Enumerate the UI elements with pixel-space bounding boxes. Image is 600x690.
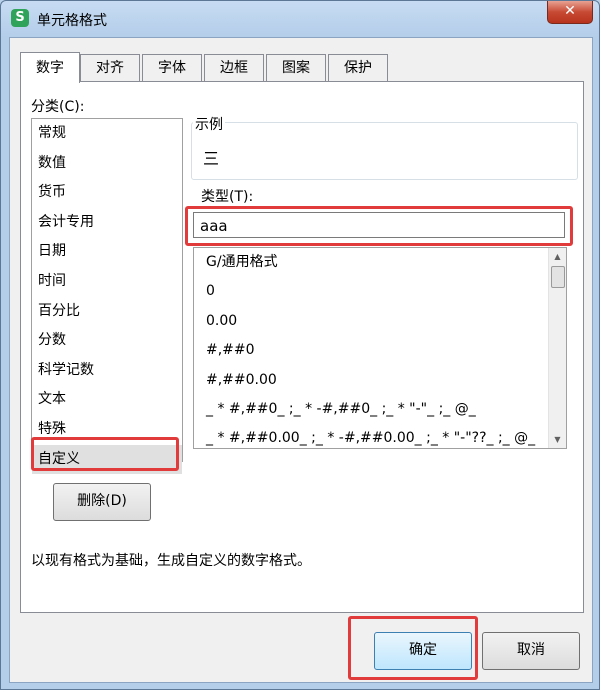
ok-highlight-box: [348, 616, 478, 680]
close-button[interactable]: ✕: [547, 1, 593, 24]
tab-border[interactable]: 边框: [204, 54, 264, 81]
scroll-up-icon[interactable]: ▲: [549, 248, 566, 265]
category-item-time[interactable]: 时间: [32, 267, 182, 297]
category-item-fraction[interactable]: 分数: [32, 326, 182, 356]
tab-number[interactable]: 数字: [20, 52, 80, 83]
format-item[interactable]: #,##0: [194, 336, 566, 365]
app-icon: S: [11, 9, 29, 27]
category-item-text[interactable]: 文本: [32, 385, 182, 415]
dialog-body: 数字 对齐 字体 边框 图案 保护 分类(C): 常规 数值 货币 会计专用 日…: [9, 37, 593, 683]
category-item-scientific[interactable]: 科学记数: [32, 356, 182, 386]
dialog-title: 单元格格式: [37, 13, 107, 29]
category-item-date[interactable]: 日期: [32, 237, 182, 267]
format-item[interactable]: _ * #,##0.00_ ;_ * -#,##0.00_ ;_ * "-"??…: [194, 424, 566, 448]
title-bar: S 单元格格式 ✕: [1, 1, 599, 37]
category-item-number[interactable]: 数值: [32, 149, 182, 179]
category-item-accounting[interactable]: 会计专用: [32, 208, 182, 238]
category-item-currency[interactable]: 货币: [32, 178, 182, 208]
number-tab-panel: 分类(C): 常规 数值 货币 会计专用 日期 时间 百分比 分数 科学记数 文…: [20, 81, 584, 613]
custom-highlight-box: [31, 437, 179, 471]
sample-legend: 示例: [193, 114, 225, 134]
category-item-percentage[interactable]: 百分比: [32, 297, 182, 327]
category-label: 分类(C):: [31, 99, 85, 115]
format-cells-dialog: S 单元格格式 ✕ 数字 对齐 字体 边框 图案 保护 分类(C): 常规 数值…: [0, 0, 600, 690]
format-list-scrollbar[interactable]: ▲ ▼: [548, 248, 566, 448]
tab-pattern[interactable]: 图案: [266, 54, 326, 81]
tab-alignment[interactable]: 对齐: [80, 54, 140, 81]
format-item[interactable]: #,##0.00: [194, 366, 566, 395]
sample-value: 三: [203, 149, 220, 168]
cancel-button[interactable]: 取消: [482, 632, 580, 670]
category-item-general[interactable]: 常规: [32, 119, 182, 149]
format-code-list[interactable]: G/通用格式 0 0.00 #,##0 #,##0.00 _ * #,##0_ …: [193, 247, 567, 449]
format-item[interactable]: G/通用格式: [194, 248, 566, 277]
type-label: 类型(T):: [201, 189, 254, 205]
format-item[interactable]: 0: [194, 277, 566, 306]
scroll-down-icon[interactable]: ▼: [549, 431, 566, 448]
type-input-highlight-box: [185, 206, 573, 246]
format-item[interactable]: _ * #,##0_ ;_ * -#,##0_ ;_ * "-"_ ;_ @_: [194, 395, 566, 424]
tab-protection[interactable]: 保护: [328, 54, 388, 81]
delete-button[interactable]: 删除(D): [53, 483, 151, 521]
sample-group: [191, 122, 578, 180]
category-list[interactable]: 常规 数值 货币 会计专用 日期 时间 百分比 分数 科学记数 文本 特殊 自定…: [31, 118, 183, 475]
format-description: 以现有格式为基础，生成自定义的数字格式。: [31, 553, 311, 569]
scroll-thumb[interactable]: [551, 266, 565, 288]
format-item[interactable]: 0.00: [194, 307, 566, 336]
tab-font[interactable]: 字体: [142, 54, 202, 81]
